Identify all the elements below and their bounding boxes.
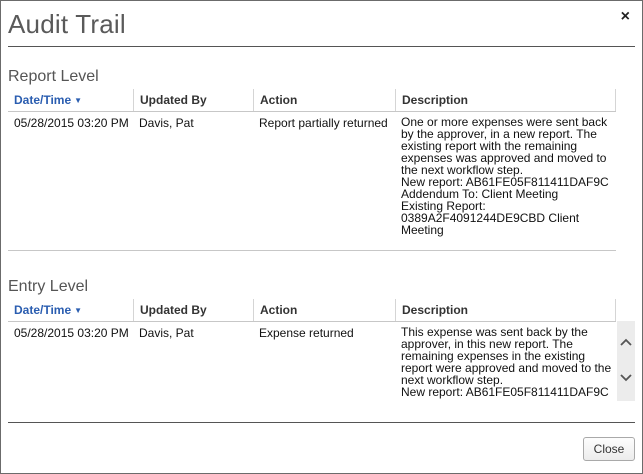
header-end-divider — [615, 89, 616, 111]
row-description: This expense was sent back by the approv… — [401, 325, 612, 399]
date-time-header-label: Date/Time — [14, 303, 72, 317]
report-level-title: Report Level — [8, 68, 99, 85]
row-date: 05/28/2015 03:20 PM — [14, 116, 129, 130]
description-column-header: Description — [395, 299, 615, 321]
description-column-header: Description — [395, 89, 615, 111]
report-level-header: Date/Time ▼ Updated By Action Description — [8, 89, 616, 112]
row-date: 05/28/2015 03:20 PM — [14, 326, 129, 340]
title-divider — [8, 46, 635, 47]
entry-level-table: Date/Time ▼ Updated By Action Description… — [8, 299, 616, 404]
footer-divider — [8, 422, 635, 423]
dialog-title: Audit Trail — [8, 9, 126, 39]
updated-by-column-header: Updated By — [133, 89, 253, 111]
sort-caret-down-icon: ▼ — [74, 306, 83, 315]
report-level-table: Date/Time ▼ Updated By Action Description… — [8, 89, 616, 251]
close-button[interactable]: Close — [583, 437, 635, 461]
sort-caret-down-icon: ▼ — [74, 96, 83, 105]
close-icon[interactable]: × — [621, 8, 630, 26]
date-time-column-header[interactable]: Date/Time ▼ — [8, 89, 133, 111]
action-column-header: Action — [253, 299, 395, 321]
header-end-divider — [615, 299, 616, 321]
row-description: One or more expenses were sent back by t… — [401, 115, 609, 237]
date-time-column-header[interactable]: Date/Time ▼ — [8, 299, 133, 321]
row-updated-by: Davis, Pat — [139, 326, 194, 340]
row-updated-by: Davis, Pat — [139, 116, 194, 130]
updated-by-column-header: Updated By — [133, 299, 253, 321]
audit-trail-dialog: Audit Trail × Report Level Date/Time ▼ Up… — [0, 0, 643, 474]
table-row: 05/28/2015 03:20 PM Davis, Pat Report pa… — [8, 112, 616, 251]
entry-level-title: Entry Level — [8, 278, 89, 295]
entry-level-header: Date/Time ▼ Updated By Action Description — [8, 299, 616, 322]
date-time-header-label: Date/Time — [14, 93, 72, 107]
row-action: Report partially returned — [259, 116, 388, 130]
table-row: 05/28/2015 03:20 PM Davis, Pat Expense r… — [8, 322, 616, 404]
chevron-down-icon[interactable] — [617, 369, 635, 387]
row-action: Expense returned — [259, 326, 354, 340]
chevron-up-icon[interactable] — [617, 333, 635, 351]
action-column-header: Action — [253, 89, 395, 111]
entry-level-scrollbar[interactable] — [617, 321, 635, 401]
